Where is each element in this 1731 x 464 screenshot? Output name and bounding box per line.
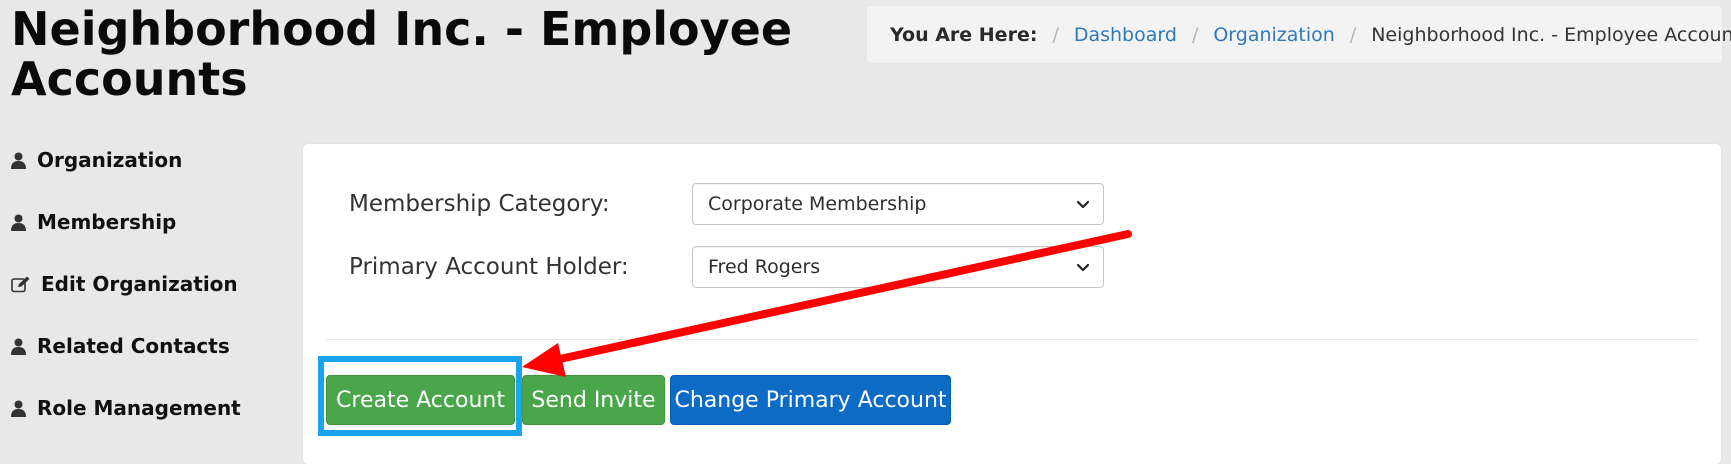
user-icon <box>11 334 33 358</box>
chevron-down-icon <box>1076 263 1090 272</box>
sidebar-item-related-contacts[interactable]: Related Contacts <box>11 334 291 396</box>
create-account-button[interactable]: Create Account <box>326 375 515 425</box>
primary-account-holder-label: Primary Account Holder: <box>349 254 629 280</box>
breadcrumb-separator: / <box>1349 23 1357 46</box>
sidebar-item-label: Related Contacts <box>37 334 230 358</box>
sidebar-item-role-management[interactable]: Role Management <box>11 396 291 458</box>
sidebar-item-edit-organization[interactable]: Edit Organization <box>11 272 291 334</box>
primary-account-holder-value: Fred Rogers <box>708 256 821 278</box>
sidebar: Organization Membership Edit Organizatio… <box>11 148 291 458</box>
breadcrumb-separator: / <box>1052 23 1059 46</box>
sidebar-item-label: Role Management <box>37 396 241 420</box>
sidebar-item-label: Membership <box>37 210 177 234</box>
sidebar-item-membership[interactable]: Membership <box>11 210 291 272</box>
breadcrumb-current: Neighborhood Inc. - Employee Accounts <box>1371 23 1731 46</box>
edit-icon <box>11 272 37 296</box>
breadcrumb-separator: / <box>1191 23 1199 46</box>
membership-category-select[interactable]: Corporate Membership <box>692 183 1104 225</box>
user-icon <box>11 210 33 234</box>
breadcrumb-label: You Are Here: <box>890 23 1038 46</box>
sidebar-item-label: Edit Organization <box>41 272 238 296</box>
breadcrumb: You Are Here: / Dashboard / Organization… <box>867 6 1731 63</box>
page-title: Neighborhood Inc. - Employee Accounts <box>11 2 793 106</box>
user-icon <box>11 148 33 172</box>
primary-account-holder-select[interactable]: Fred Rogers <box>692 246 1104 288</box>
membership-category-value: Corporate Membership <box>708 193 927 215</box>
membership-category-label: Membership Category: <box>349 191 610 217</box>
chevron-down-icon <box>1076 200 1090 209</box>
breadcrumb-link-dashboard[interactable]: Dashboard <box>1074 24 1177 46</box>
primary-account-holder-row: Primary Account Holder: Fred Rogers <box>349 246 1104 288</box>
sidebar-item-organization[interactable]: Organization <box>11 148 291 210</box>
change-primary-account-button[interactable]: Change Primary Account <box>670 375 951 425</box>
send-invite-button[interactable]: Send Invite <box>522 375 665 425</box>
membership-category-row: Membership Category: Corporate Membershi… <box>349 183 1104 225</box>
form-divider <box>326 339 1698 340</box>
user-icon <box>11 396 33 420</box>
breadcrumb-link-organization[interactable]: Organization <box>1213 24 1334 46</box>
sidebar-item-label: Organization <box>37 148 183 172</box>
employee-accounts-panel: Membership Category: Corporate Membershi… <box>303 144 1721 464</box>
